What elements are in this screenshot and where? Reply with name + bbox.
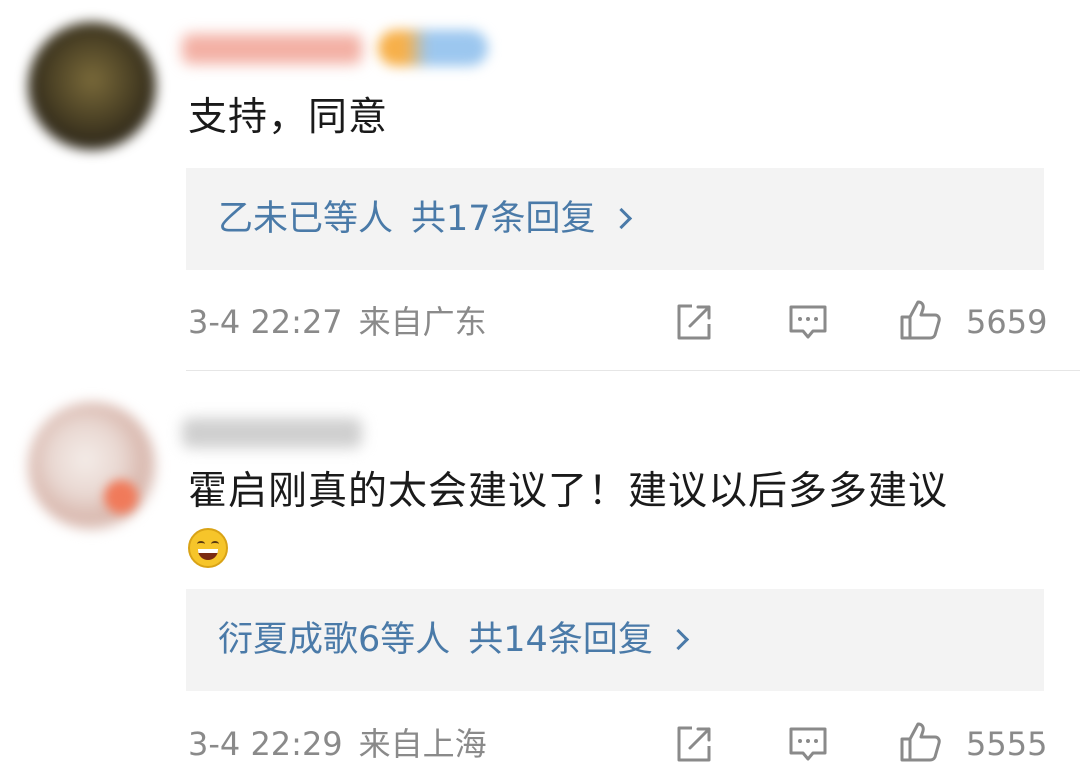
chevron-right-icon — [667, 628, 689, 651]
like-count: 5555 — [966, 725, 1048, 763]
comment-icon[interactable] — [786, 300, 830, 344]
replies-preview[interactable]: 衍夏成歌6等人 共14条回复 — [186, 589, 1044, 691]
laughing-emoji-icon — [188, 528, 228, 568]
share-icon[interactable] — [672, 300, 716, 344]
replies-link[interactable]: 乙未已等人 共17条回复 — [218, 194, 632, 244]
user-badge-blurred — [378, 30, 488, 66]
replies-count: 共14条回复 — [468, 620, 653, 660]
replies-link[interactable]: 衍夏成歌6等人 共14条回复 — [218, 615, 689, 665]
replies-preview[interactable]: 乙未已等人 共17条回复 — [186, 168, 1044, 270]
username-blurred[interactable] — [182, 418, 362, 448]
avatar[interactable] — [28, 402, 156, 530]
comment-meta: 3-4 22:27 来自广东 — [188, 300, 487, 344]
chevron-right-icon — [610, 207, 632, 230]
thumbs-up-icon[interactable] — [898, 298, 942, 342]
share-icon[interactable] — [672, 722, 716, 766]
replies-names: 衍夏成歌6等人 — [218, 620, 451, 660]
comment-location: 来自广东 — [358, 303, 487, 341]
avatar[interactable] — [28, 22, 156, 150]
comment-location: 来自上海 — [358, 725, 487, 763]
avatar-badge-icon — [104, 480, 138, 514]
comment-text: 支持，同意 — [188, 95, 389, 140]
comment-icon[interactable] — [786, 722, 830, 766]
like-count: 5659 — [966, 303, 1048, 341]
comment-divider — [186, 370, 1080, 371]
comment-meta: 3-4 22:29 来自上海 — [188, 722, 487, 766]
thumbs-up-icon[interactable] — [898, 720, 942, 764]
comment-text: 霍启刚真的太会建议了！建议以后多多建议 — [188, 469, 949, 514]
comment-time: 3-4 22:29 — [188, 725, 343, 763]
replies-names: 乙未已等人 — [218, 199, 394, 239]
comment-time: 3-4 22:27 — [188, 303, 343, 341]
username-blurred[interactable] — [182, 34, 362, 64]
replies-count: 共17条回复 — [411, 199, 596, 239]
